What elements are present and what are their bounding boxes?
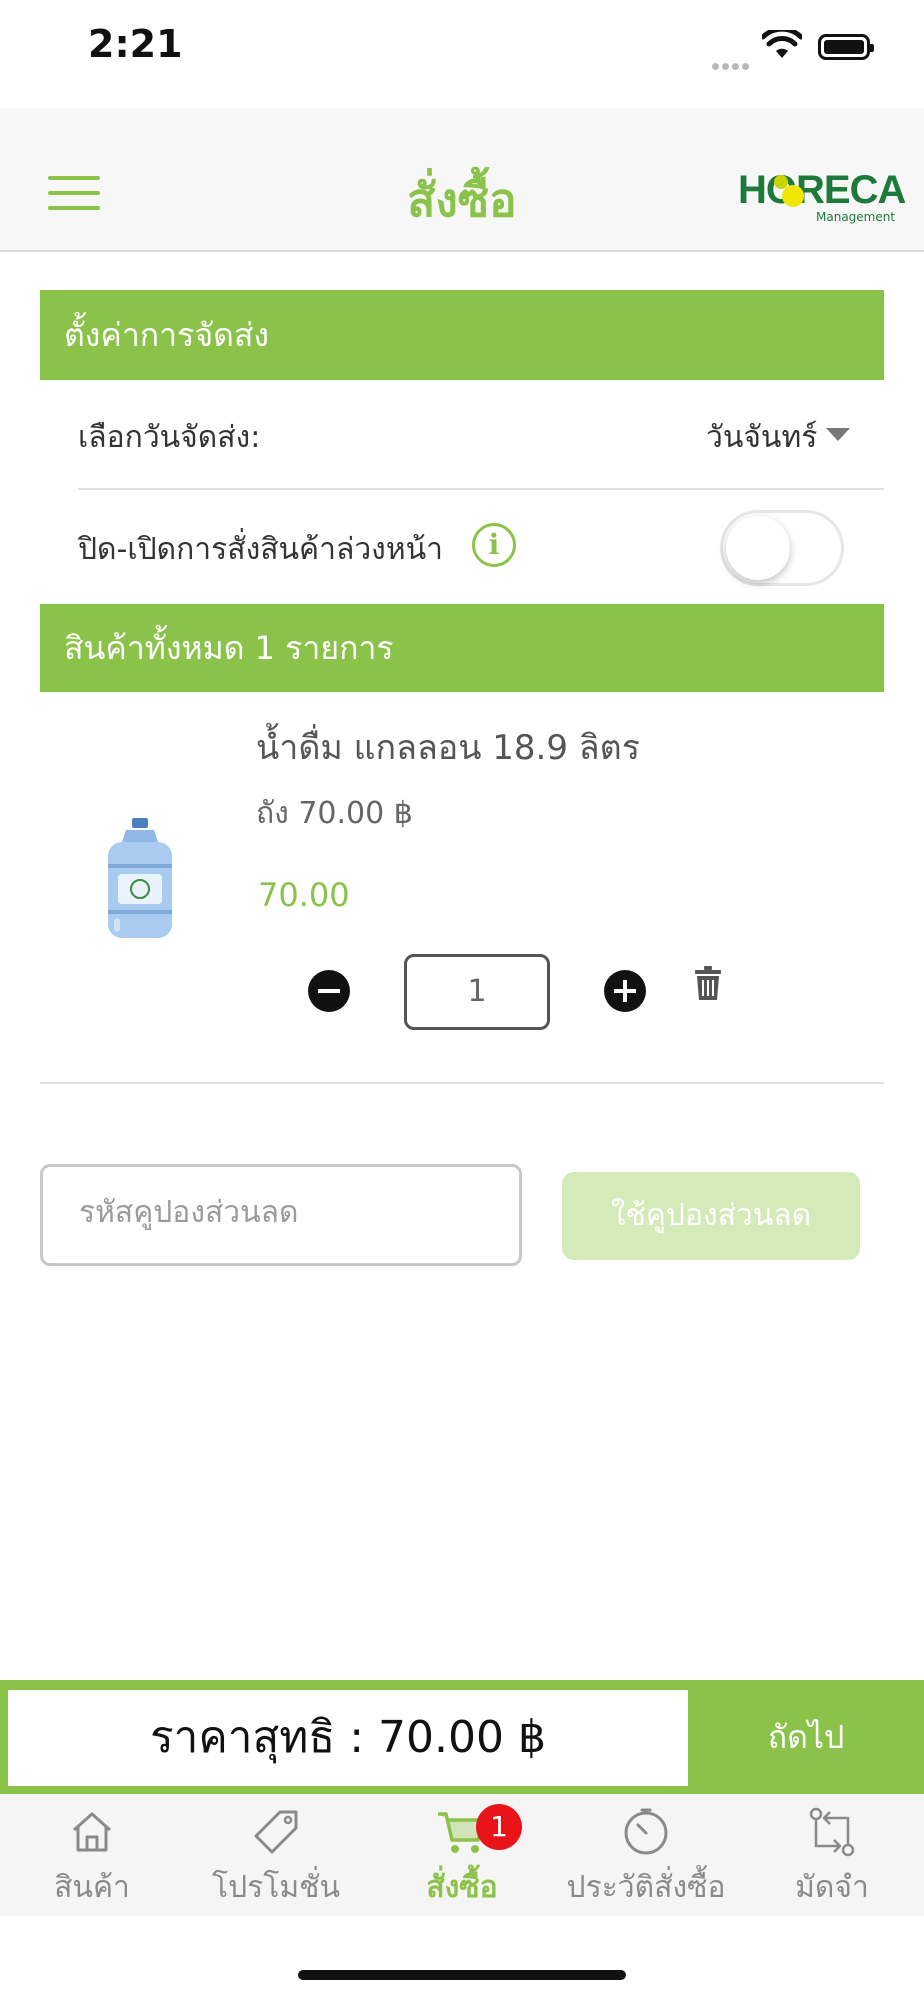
preorder-toggle-label: ปิด-เปิดการสั่งสินค้าล่วงหน้า [78,532,443,567]
divider [78,488,884,490]
tag-icon [250,1806,302,1858]
decrease-quantity-button[interactable] [308,970,350,1012]
delivery-day-select[interactable]: วันจันทร์ [706,414,817,461]
tab-deposit[interactable]: มัดจำ [740,1794,924,1916]
toggle-knob [726,516,790,580]
preorder-toggle[interactable] [720,510,844,586]
clock-icon [620,1806,672,1858]
divider [40,1082,884,1084]
tab-order-history[interactable]: ประวัติสั่งซื้อ [554,1794,738,1916]
tab-orders[interactable]: 1 สั่งซื้อ [370,1794,554,1916]
cellular-signal-icon [712,55,752,74]
product-name: น้ำดื่ม แกลลอน 18.9 ลิตร [256,728,640,768]
wifi-icon [760,26,804,64]
water-gallon-image [104,818,176,942]
trash-icon[interactable] [695,966,721,1000]
tab-promotions[interactable]: โปรโมชั่น [184,1794,368,1916]
tab-label: โปรโมชั่น [211,1870,341,1905]
bottom-tab-bar: สินค้า โปรโมชั่น 1 สั่งซื้อ ประวัติสั่งซ… [0,1794,924,1916]
quantity-input[interactable]: 1 [404,954,550,1030]
apply-coupon-button[interactable]: ใช้คูปองส่วนลด [562,1172,860,1260]
battery-icon [818,34,874,60]
coupon-code-input[interactable]: รหัสคูปองส่วนลด [40,1164,522,1266]
cart-count-badge: 1 [476,1804,522,1850]
home-indicator [298,1970,626,1980]
exchange-icon [806,1806,858,1858]
chevron-down-icon[interactable] [826,428,850,441]
tab-products[interactable]: สินค้า [0,1794,184,1916]
tab-label: มัดจำ [795,1870,869,1905]
horeca-logo: HORECA Management [738,168,906,224]
next-button[interactable]: ถัดไป [688,1680,924,1794]
tab-label: ประวัติสั่งซื้อ [566,1870,726,1905]
delivery-day-label: เลือกวันจัดส่ง: [78,420,261,455]
status-time: 2:21 [88,22,183,66]
net-total-price: ราคาสุทธิ : 70.00 ฿ [8,1690,688,1786]
delivery-settings-header: ตั้งค่าการจัดส่ง [40,290,884,380]
increase-quantity-button[interactable] [604,970,646,1012]
product-unit-price: ถัง 70.00 ฿ [256,796,413,831]
tab-label: สั่งซื้อ [426,1870,498,1905]
home-icon [66,1806,118,1858]
items-count-header: สินค้าทั้งหมด 1 รายการ [40,604,884,692]
tab-label: สินค้า [54,1870,130,1905]
info-icon[interactable]: i [472,523,516,567]
product-total-price: 70.00 [258,876,350,914]
app-header: สั่งซื้อ HORECA Management [0,108,924,252]
order-summary-bar: ราคาสุทธิ : 70.00 ฿ ถัดไป [0,1680,924,1794]
